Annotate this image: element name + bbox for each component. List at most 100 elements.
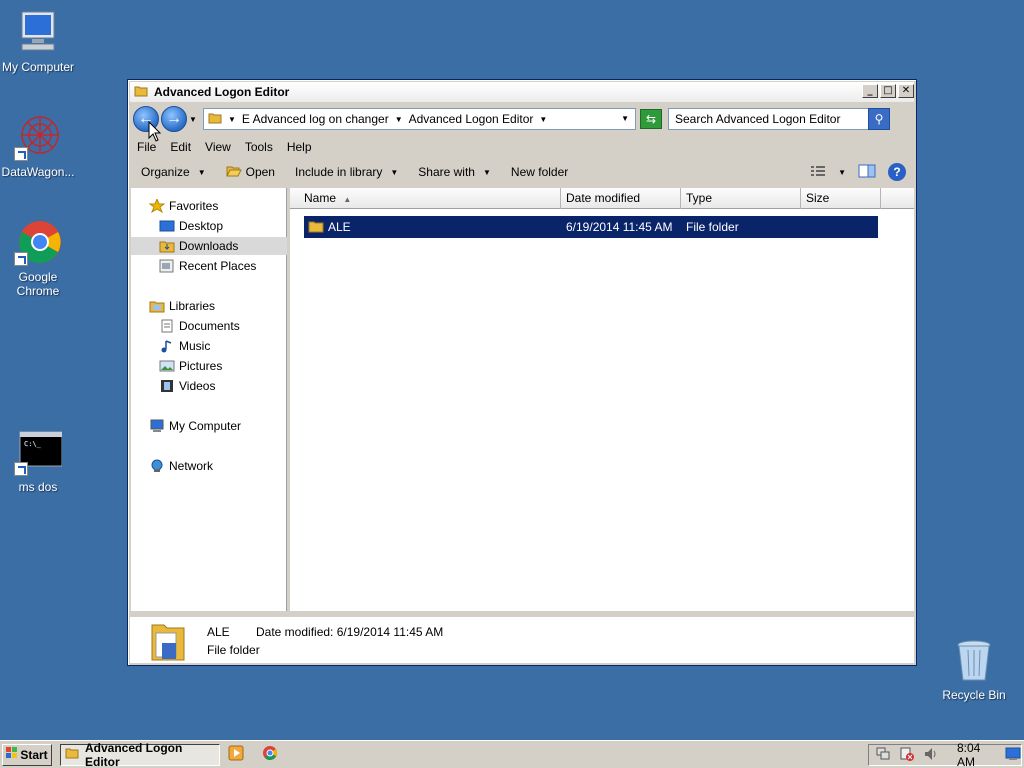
breadcrumb-advanced-log-on-changer[interactable]: E Advanced log on changer — [242, 112, 389, 126]
nav-music[interactable]: Music — [159, 337, 210, 355]
search-input[interactable]: Search Advanced Logon Editor ⚲ — [668, 108, 890, 130]
details-name: ALE — [207, 625, 230, 639]
file-row-ale[interactable]: ALE 6/19/2014 11:45 AM File folder — [304, 216, 878, 238]
desktop-icon-ms-dos[interactable]: C:\_ ms dos — [0, 430, 76, 494]
column-header-name[interactable]: Name ▲ — [290, 188, 561, 209]
command-bar: Organize ▼ Open Include in library ▼ Sha… — [130, 159, 914, 185]
navigation-pane: Favorites Desktop Downloads Recent Place… — [131, 188, 287, 611]
desktop-icon — [159, 219, 175, 233]
nav-network-label: Network — [169, 459, 214, 473]
nav-videos-label: Videos — [179, 379, 216, 393]
my-computer-icon — [14, 10, 62, 56]
column-header-type[interactable]: Type — [681, 188, 801, 209]
desktop-icon-recycle-bin[interactable]: Recycle Bin — [936, 638, 1012, 702]
breadcrumb-separator-icon[interactable]: ▼ — [228, 115, 236, 124]
help-icon[interactable]: ? — [888, 163, 906, 181]
file-type: File folder — [686, 220, 739, 234]
search-icon: ⚲ — [874, 112, 884, 126]
window-titlebar[interactable]: Advanced Logon Editor _ □ ✕ — [130, 82, 914, 102]
network-tray-icon[interactable] — [875, 746, 891, 765]
minimize-button[interactable]: _ — [862, 84, 878, 98]
address-bar[interactable]: ▼ E Advanced log on changer ▼ Advanced L… — [203, 108, 636, 130]
nav-documents-label: Documents — [179, 319, 240, 333]
nav-music-label: Music — [179, 339, 211, 353]
share-with-button[interactable]: Share with ▼ — [418, 165, 491, 179]
view-options-icon[interactable] — [810, 164, 826, 181]
nav-pictures[interactable]: Pictures — [159, 357, 222, 375]
mouse-pointer-icon — [148, 120, 162, 146]
organize-label: Organize — [141, 165, 190, 179]
datawagon-icon — [14, 115, 62, 161]
address-history-dropdown[interactable]: ▼ — [621, 114, 629, 123]
column-header-name-label: Name — [304, 191, 337, 205]
search-button[interactable]: ⚲ — [868, 108, 890, 130]
close-button[interactable]: ✕ — [898, 84, 914, 98]
forward-button[interactable]: → — [161, 106, 187, 132]
desktop-icon-my-computer[interactable]: My Computer — [0, 10, 76, 74]
volume-icon[interactable] — [923, 746, 939, 765]
media-player-icon[interactable] — [228, 745, 244, 764]
nav-recent-places[interactable]: Recent Places — [159, 257, 256, 275]
desktop-icon-label: DataWagon... — [1, 165, 75, 179]
nav-recent-places-label: Recent Places — [179, 259, 257, 273]
details-pane: ALE Date modified: 6/19/2014 11:45 AM Fi… — [130, 614, 914, 663]
column-header-date-modified[interactable]: Date modified — [561, 188, 681, 209]
action-center-warning-icon[interactable] — [899, 746, 915, 765]
taskbar-button-advanced-logon-editor[interactable]: Advanced Logon Editor — [60, 741, 220, 768]
videos-icon — [159, 379, 175, 393]
file-list-pane[interactable]: Name ▲ Date modified Type Size ALE 6/19/… — [290, 188, 914, 611]
nav-pictures-label: Pictures — [179, 359, 223, 373]
maximize-button[interactable]: □ — [880, 84, 896, 98]
menu-edit[interactable]: Edit — [170, 140, 191, 154]
large-folder-icon — [150, 619, 186, 666]
desktop-icon-google-chrome[interactable]: Google Chrome — [0, 220, 76, 298]
desktop-icon-label: Google Chrome — [16, 270, 60, 298]
navigation-bar: ← → ▼ ▼ E Advanced log on changer ▼ Adva… — [130, 103, 914, 135]
shortcut-arrow-icon — [14, 462, 28, 476]
network-icon — [149, 459, 165, 473]
include-in-library-button[interactable]: Include in library ▼ — [295, 165, 398, 179]
nav-videos[interactable]: Videos — [159, 377, 215, 395]
nav-libraries[interactable]: Libraries — [149, 297, 215, 315]
folder-icon — [65, 746, 79, 763]
organize-button[interactable]: Organize ▼ — [141, 165, 206, 179]
menu-bar: File Edit View Tools Help — [130, 137, 914, 157]
chrome-taskbar-icon[interactable] — [262, 745, 278, 764]
nav-my-computer-label: My Computer — [169, 419, 242, 433]
breadcrumb-separator-icon[interactable]: ▼ — [395, 115, 403, 124]
preview-pane-icon[interactable] — [858, 164, 876, 181]
menu-tools[interactable]: Tools — [245, 140, 273, 154]
system-tray: 8:04 AM — [868, 741, 1022, 768]
chevron-down-icon: ▼ — [482, 167, 491, 177]
recent-places-icon — [159, 259, 175, 273]
file-name-cell: ALE — [304, 219, 561, 236]
nav-desktop[interactable]: Desktop — [159, 217, 223, 235]
star-icon — [148, 197, 166, 214]
desktop-icon-datawagon[interactable]: DataWagon... — [0, 115, 76, 179]
menu-help[interactable]: Help — [287, 140, 312, 154]
refresh-button[interactable]: ⇆ — [640, 109, 662, 129]
open-button[interactable]: Open — [225, 164, 275, 181]
nav-favorites[interactable]: Favorites — [148, 197, 219, 215]
column-header-size[interactable]: Size — [801, 188, 881, 209]
nav-my-computer[interactable]: My Computer — [149, 417, 241, 435]
breadcrumb-separator-icon[interactable]: ▼ — [539, 115, 547, 124]
open-folder-icon — [225, 164, 242, 181]
recent-pages-dropdown[interactable]: ▼ — [189, 115, 199, 124]
nav-favorites-label: Favorites — [169, 199, 219, 213]
desktop-icon-label: Recycle Bin — [942, 688, 1006, 702]
include-label: Include in library — [294, 165, 383, 179]
view-options-dropdown-icon[interactable]: ▼ — [838, 168, 846, 177]
clock[interactable]: 8:04 AM — [957, 741, 987, 768]
nav-downloads[interactable]: Downloads — [131, 237, 287, 255]
nav-network[interactable]: Network — [149, 457, 213, 475]
menu-view[interactable]: View — [205, 140, 231, 154]
breadcrumb-advanced-logon-editor[interactable]: Advanced Logon Editor — [409, 112, 534, 126]
show-desktop-icon[interactable] — [1005, 747, 1021, 764]
folder-icon — [308, 219, 324, 236]
documents-icon — [159, 319, 175, 333]
new-folder-button[interactable]: New folder — [511, 165, 568, 179]
start-button[interactable]: Start — [2, 743, 52, 766]
nav-documents[interactable]: Documents — [159, 317, 240, 335]
open-label: Open — [245, 165, 275, 179]
